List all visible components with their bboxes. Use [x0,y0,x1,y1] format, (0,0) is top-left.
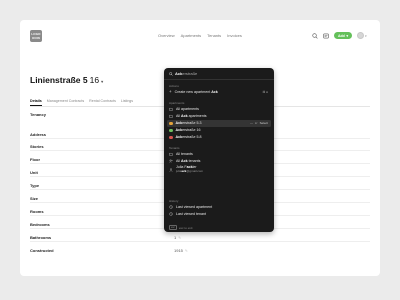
enter-icon: ↵ [255,121,258,126]
tab-management-contracts[interactable]: Management Contracts [47,99,84,106]
search-divider [164,79,274,80]
select-hint: ⋯ ↵ Select [250,121,268,125]
nav-overview[interactable]: Overview [158,33,175,38]
item-text-rest: tenants [187,159,201,164]
property-value-bathrooms[interactable]: 1 ✎ [174,235,181,240]
item-text-rest: erstraße 5.8 [182,135,202,140]
tab-rental-contracts[interactable]: Rental Contracts [89,99,116,106]
item-text-rest: apartments [187,114,207,119]
apartment-status-dot [169,121,173,125]
row-divider [30,241,370,242]
apartment-ackerstrasse-16[interactable]: Ackerstraße 16 [167,127,271,134]
section-history: History [169,199,179,203]
escape-hint: esc esc to exit [169,225,192,230]
property-label-constructed: Constructed [30,248,54,253]
item-text-rest: erstraße 16 [182,128,201,133]
users-icon [169,159,173,163]
clock-icon [169,205,173,209]
tenant-all-ack[interactable]: All Ack tenants [167,158,271,165]
escape-key-icon: esc [169,225,177,230]
main-card: LOGO ICON Overview Apartments Tenants In… [20,20,380,276]
history-last-viewed-tenant[interactable]: Last viewed tenant [167,211,271,218]
plus-icon: + [169,89,172,95]
section-apartments: Apartments [169,101,185,105]
tab-details[interactable]: Details [30,99,42,106]
page-title: Linienstraße 5 16 ▾ [30,75,103,85]
edit-pencil-icon[interactable]: ✎ [178,236,181,240]
item-text: Last viewed tenant [176,212,206,217]
logo-text: LOGO ICON [31,32,41,40]
folder-icon [169,108,173,111]
apartment-ackerstrasse-5-3[interactable]: Ackerstraße 5.3 ⋯ ↵ Select [167,120,271,127]
section-title: Tenancy [30,112,46,117]
add-button[interactable]: Add ▾ [334,32,353,39]
property-label-type: Type [30,183,40,188]
command-palette: Ackerstraße Actions + Create new apartme… [164,68,274,232]
folder-icon [169,115,173,118]
search-query-suggestion: erstraße [182,71,198,76]
top-nav: Overview Apartments Tenants Invoices [158,33,242,38]
property-label-stories: Stories [30,144,44,149]
property-label-floor: Floor [30,157,40,162]
folder-icon [169,153,173,156]
constructed-value: 1915 [174,248,183,253]
section-actions: Actions [169,84,179,88]
apartment-all-ack[interactable]: All Ack apartments [167,113,271,120]
property-label-unit: Unit [30,170,38,175]
item-match: Ack [181,159,188,164]
tenant-email-rest: @gmail.com [186,168,204,173]
escape-hint-text: esc to exit [178,225,193,230]
property-label-rooms: Rooms [30,209,44,214]
property-label-address: Address [30,132,47,137]
tenant-all[interactable]: All tenants [167,151,271,158]
tab-listings[interactable]: Listings [121,99,133,106]
apartment-all[interactable]: All apartments [167,106,271,113]
app-logo[interactable]: LOGO ICON [30,30,42,42]
search-icon[interactable] [312,32,318,39]
history-last-viewed-apartment[interactable]: Last viewed apartment [167,204,271,211]
item-text-rest: erstraße 5.3 [182,121,202,126]
property-value-constructed[interactable]: 1915 ✎ [174,248,188,253]
add-button-label: Add [338,33,345,38]
bathrooms-value: 1 [174,235,177,240]
section-tenants: Tenants [169,146,180,150]
title-chevron-down-icon[interactable]: ▾ [101,79,103,84]
user-icon [169,167,173,172]
property-label-bedrooms: Bedrooms [30,222,50,227]
item-text: Last viewed apartment [176,205,213,210]
header-actions: Add ▾ ▾ [312,32,367,39]
item-text: All tenants [176,152,193,157]
chevron-down-icon: ▾ [346,33,349,38]
select-hint-label: Select [259,121,268,126]
page-title-text: Linienstraße 5 [30,75,88,85]
shortcut-hint: ⌘ A [262,90,268,95]
page-title-number: 16 [89,75,100,85]
avatar[interactable] [357,32,365,39]
edit-pencil-icon[interactable]: ✎ [185,249,188,253]
inbox-icon[interactable] [323,33,329,39]
item-text: Create new apartment [174,90,212,95]
apartment-status-dot [169,128,173,132]
property-label-size: Size [30,196,39,201]
nav-apartments[interactable]: Apartments [181,33,201,38]
property-label-bathrooms: Bathrooms [30,235,52,240]
item-match: Ack [181,114,188,119]
item-text: All apartments [176,107,199,112]
tab-bar: Details Management Contracts Rental Cont… [30,99,133,106]
nav-invoices[interactable]: Invoices [227,33,242,38]
apartment-status-dot [169,135,173,139]
avatar-chevron-icon[interactable]: ▾ [365,34,367,38]
nav-tenants[interactable]: Tenants [207,33,221,38]
apartment-ackerstrasse-5-8[interactable]: Ackerstraße 5.8 [167,134,271,141]
tenant-julia-fackler[interactable]: Julia Fackler juliaack@gmail.com [167,165,271,174]
more-icon: ⋯ [250,121,254,126]
action-create-apartment[interactable]: + Create new apartment Ack ⌘ A [167,89,271,96]
item-match: Ack [211,90,218,95]
clock-icon [169,212,173,216]
search-icon [169,71,173,76]
palette-search-input[interactable]: Ackerstraße [169,71,197,76]
